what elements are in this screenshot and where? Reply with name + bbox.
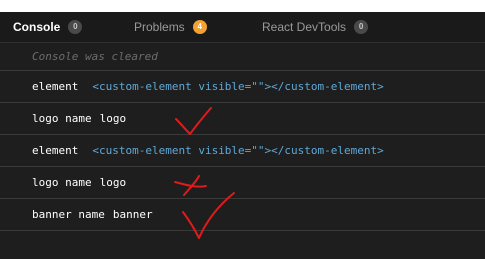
- tab-console-label: Console: [13, 20, 61, 34]
- tab-react-devtools-badge: 0: [354, 20, 369, 34]
- tab-react-devtools[interactable]: React DevTools 0: [262, 12, 369, 42]
- log-value: logo: [99, 176, 127, 189]
- log-key: element: [32, 80, 79, 93]
- log-value: banner: [112, 208, 153, 221]
- log-key: logo name: [32, 112, 92, 125]
- console-cleared-message: Console was cleared: [0, 43, 485, 71]
- tab-bar: Console 0 Problems 4 React DevTools 0: [0, 12, 485, 43]
- log-value: logo: [99, 112, 127, 125]
- console-log-row: element <custom-element visible=""></cust…: [0, 135, 485, 167]
- tab-problems-label: Problems: [134, 20, 185, 34]
- log-key: logo name: [32, 176, 92, 189]
- devtools-panel: Console 0 Problems 4 React DevTools 0 Co…: [0, 0, 485, 259]
- log-key: element: [32, 144, 79, 157]
- log-key: banner name: [32, 208, 105, 221]
- console-log-row: logo name logo: [0, 167, 485, 199]
- tab-react-devtools-label: React DevTools: [262, 20, 347, 34]
- log-element-value[interactable]: <custom-element visible=""></custom-elem…: [92, 80, 383, 93]
- console-log-row: logo name logo: [0, 103, 485, 135]
- tab-console-badge: 0: [68, 20, 83, 34]
- console-log-row: banner name banner: [0, 199, 485, 231]
- tab-console[interactable]: Console 0: [13, 12, 83, 42]
- tab-problems[interactable]: Problems 4: [134, 12, 207, 42]
- console-log-row: element <custom-element visible=""></cust…: [0, 71, 485, 103]
- console-output: Console was cleared element <custom-eleme…: [0, 43, 485, 231]
- tab-problems-badge: 4: [192, 20, 207, 34]
- window-top-edge: [0, 0, 485, 12]
- log-element-value[interactable]: <custom-element visible=""></custom-elem…: [92, 144, 383, 157]
